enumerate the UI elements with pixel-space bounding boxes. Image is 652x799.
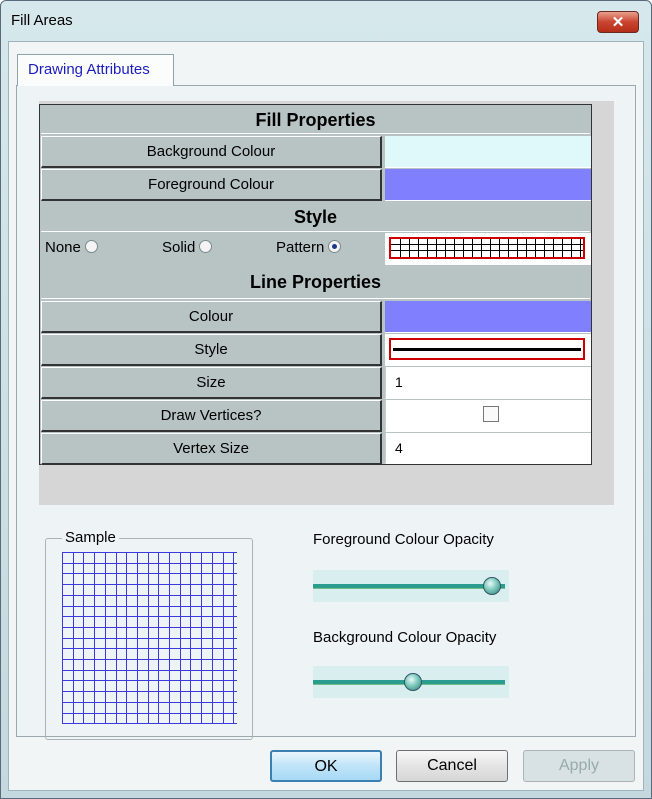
fill-properties-header: Fill Properties: [41, 106, 590, 134]
background-opacity-label: Background Colour Opacity: [313, 629, 497, 646]
style-none-radio[interactable]: [84, 240, 98, 253]
style-solid-label: Solid: [162, 239, 196, 256]
line-style-label[interactable]: Style: [41, 334, 382, 366]
apply-button: Apply: [523, 750, 635, 782]
foreground-slider-thumb[interactable]: [483, 577, 501, 595]
vertex-size-label[interactable]: Vertex Size: [41, 433, 382, 465]
line-style-cell[interactable]: [385, 334, 591, 366]
style-solid-option[interactable]: Solid: [162, 239, 213, 256]
sample-label: Sample: [62, 529, 119, 546]
foreground-colour-label[interactable]: Foreground Colour: [41, 169, 382, 201]
vertex-size-value[interactable]: 4: [385, 433, 591, 464]
line-colour-swatch[interactable]: [385, 301, 591, 333]
sample-preview: [62, 552, 237, 724]
style-none-label: None: [45, 239, 81, 256]
pattern-grid-icon: [391, 239, 583, 257]
background-opacity-slider[interactable]: [313, 666, 509, 698]
line-style-sample: [393, 348, 581, 351]
draw-vertices-cell: [385, 400, 591, 432]
line-style-preview[interactable]: [389, 338, 585, 360]
background-colour-swatch[interactable]: [385, 136, 591, 168]
line-properties-header: Line Properties: [41, 266, 590, 299]
title-bar: Fill Areas ✕: [1, 1, 651, 41]
style-pattern-radio[interactable]: [328, 240, 342, 253]
draw-vertices-checkbox[interactable]: [483, 406, 499, 422]
foreground-opacity-slider[interactable]: [313, 570, 509, 602]
style-options-row: None Solid Pattern: [41, 233, 591, 265]
foreground-colour-swatch[interactable]: [385, 169, 591, 201]
cancel-button[interactable]: Cancel: [396, 750, 508, 782]
foreground-opacity-label: Foreground Colour Opacity: [313, 531, 494, 548]
style-pattern-label: Pattern: [276, 239, 325, 256]
tab-drawing-attributes[interactable]: Drawing Attributes: [17, 54, 174, 86]
background-slider-thumb[interactable]: [404, 673, 422, 691]
background-colour-label[interactable]: Background Colour: [41, 136, 382, 168]
properties-grid: Fill Properties Background Colour Foregr…: [39, 104, 592, 465]
line-size-label[interactable]: Size: [41, 367, 382, 399]
style-header: Style: [41, 202, 590, 232]
style-solid-radio[interactable]: [199, 240, 213, 253]
style-pattern-option[interactable]: Pattern: [276, 239, 342, 256]
style-none-option[interactable]: None: [45, 239, 98, 256]
pattern-preview-cell[interactable]: [385, 233, 591, 265]
pattern-preview[interactable]: [389, 237, 585, 259]
window-title: Fill Areas: [11, 12, 73, 29]
foreground-slider-track: [313, 584, 505, 589]
line-colour-label[interactable]: Colour: [41, 301, 382, 333]
close-button[interactable]: ✕: [597, 11, 639, 33]
draw-vertices-label[interactable]: Draw Vertices?: [41, 400, 382, 432]
line-size-value[interactable]: 1: [385, 367, 591, 399]
ok-button[interactable]: OK: [270, 750, 382, 782]
